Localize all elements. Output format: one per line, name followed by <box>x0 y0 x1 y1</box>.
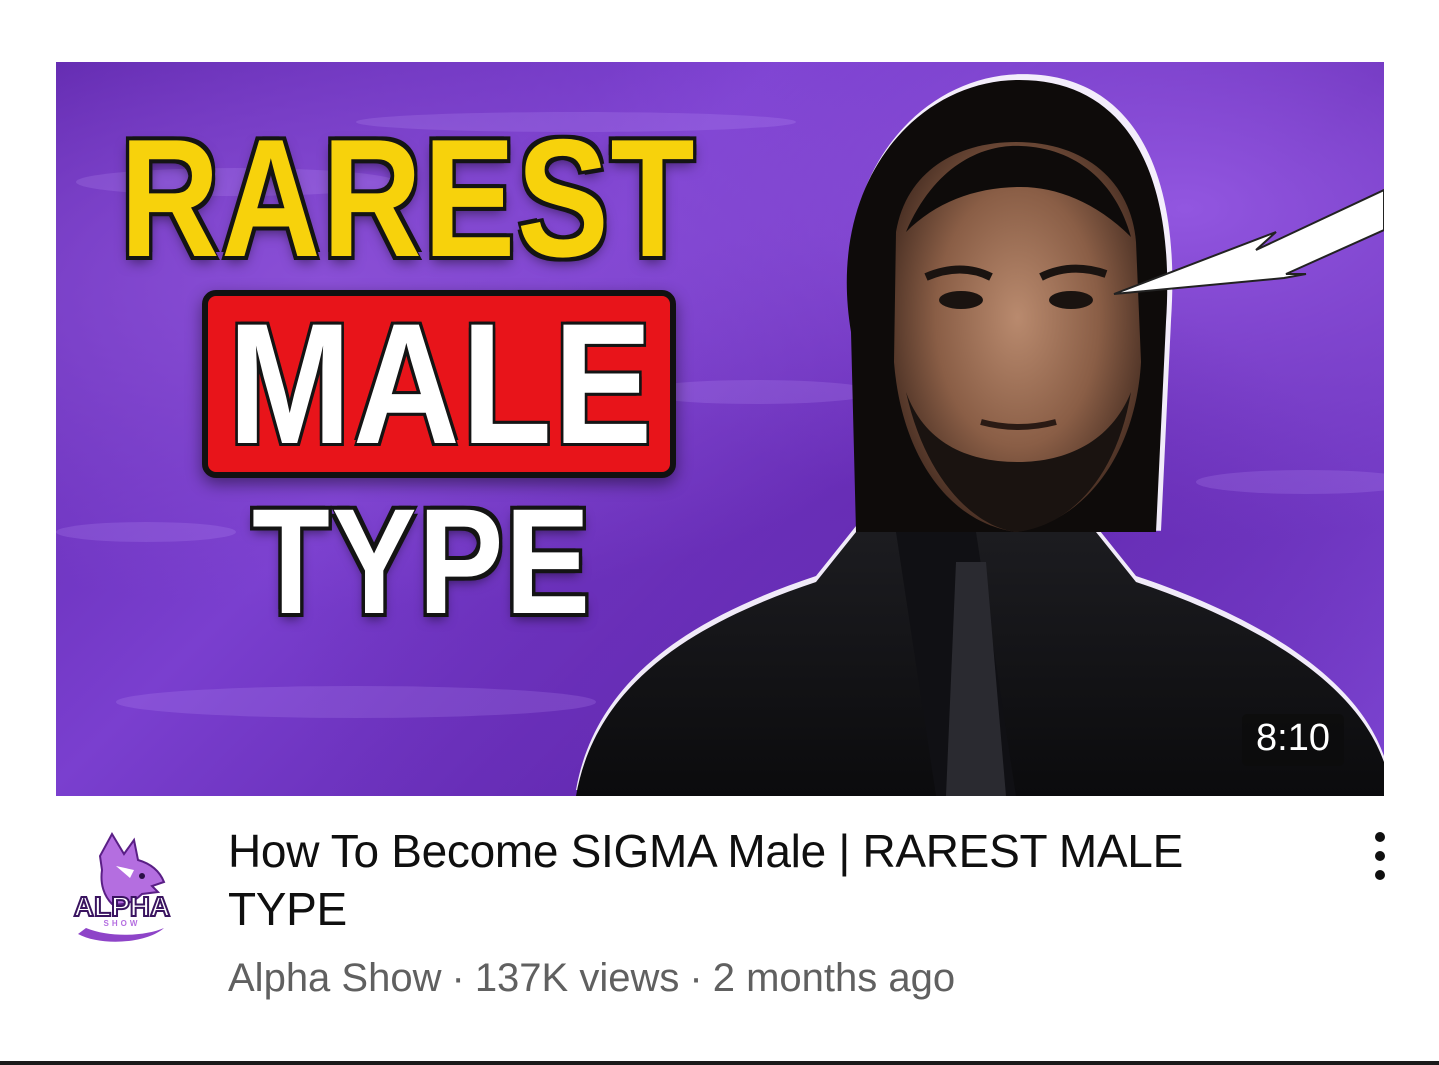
video-card[interactable]: RAREST MALE TYPE 8:10 ALPHA SHOW How To … <box>0 0 1439 1060</box>
avatar-text-main: ALPHA <box>74 891 170 922</box>
vertical-ellipsis-icon <box>1375 832 1385 842</box>
video-thumbnail[interactable]: RAREST MALE TYPE 8:10 <box>56 62 1384 796</box>
thumbnail-text-type: TYPE <box>252 477 592 645</box>
ellipsis-dot <box>1375 851 1385 861</box>
view-count: 137K views <box>474 956 680 1000</box>
upload-age: 2 months ago <box>712 956 956 1000</box>
meta-separator: · <box>451 956 465 1000</box>
channel-avatar[interactable]: ALPHA SHOW <box>60 826 184 950</box>
bottom-divider <box>0 1061 1439 1065</box>
person-figure <box>576 74 1384 796</box>
more-options-button[interactable] <box>1356 828 1404 884</box>
ellipsis-dot <box>1375 870 1385 880</box>
thumbnail-text-male: MALE <box>228 288 654 480</box>
meta-separator: · <box>689 956 703 1000</box>
channel-name[interactable]: Alpha Show <box>228 952 441 1004</box>
video-title[interactable]: How To Become SIGMA Male | RAREST MALE T… <box>228 822 1288 938</box>
avatar-text-sub: SHOW <box>104 919 141 928</box>
wolf-logo-icon: ALPHA SHOW <box>73 831 171 942</box>
video-meta: Alpha Show · 137K views · 2 months ago <box>228 952 955 1004</box>
duration-badge: 8:10 <box>1242 714 1344 766</box>
thumbnail-text-rarest: RAREST <box>120 104 697 292</box>
